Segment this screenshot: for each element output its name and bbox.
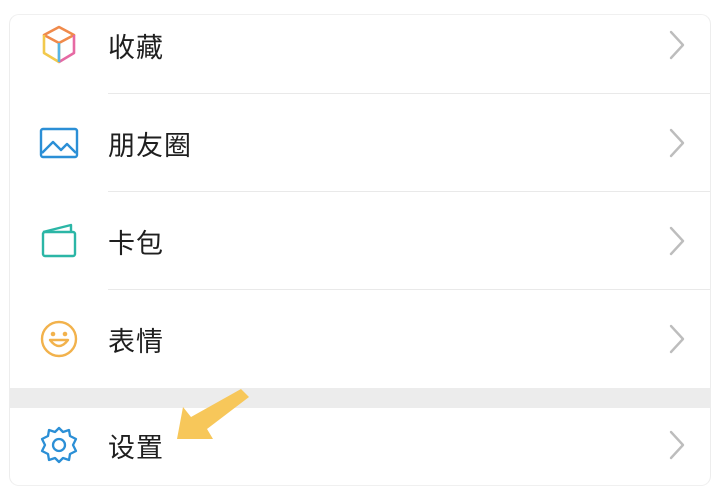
menu-item-label: 卡包 bbox=[108, 228, 164, 260]
menu-item-label: 表情 bbox=[108, 326, 164, 358]
chevron-right-icon bbox=[669, 324, 685, 354]
menu-item-label: 收藏 bbox=[108, 32, 164, 64]
settings-menu-panel: 收藏 朋友圈 卡包 表情 设置 bbox=[9, 14, 711, 486]
menu-item-card-wallet[interactable]: 卡包 bbox=[10, 192, 710, 290]
menu-item-settings[interactable]: 设置 bbox=[10, 405, 710, 485]
favorites-cube-icon bbox=[38, 24, 80, 66]
menu-item-stickers[interactable]: 表情 bbox=[10, 290, 710, 388]
menu-item-label: 朋友圈 bbox=[108, 130, 192, 162]
menu-item-favorites[interactable]: 收藏 bbox=[10, 15, 710, 94]
annotation-arrow-icon bbox=[177, 389, 249, 439]
chevron-right-icon bbox=[669, 30, 685, 60]
chevron-right-icon bbox=[669, 226, 685, 256]
menu-item-moments[interactable]: 朋友圈 bbox=[10, 94, 710, 192]
smiley-face-icon bbox=[38, 318, 80, 360]
gear-icon bbox=[38, 424, 80, 466]
card-wallet-icon bbox=[38, 220, 80, 262]
chevron-right-icon bbox=[669, 128, 685, 158]
moments-image-icon bbox=[38, 122, 80, 164]
menu-item-label: 设置 bbox=[108, 432, 164, 464]
chevron-right-icon bbox=[669, 430, 685, 460]
